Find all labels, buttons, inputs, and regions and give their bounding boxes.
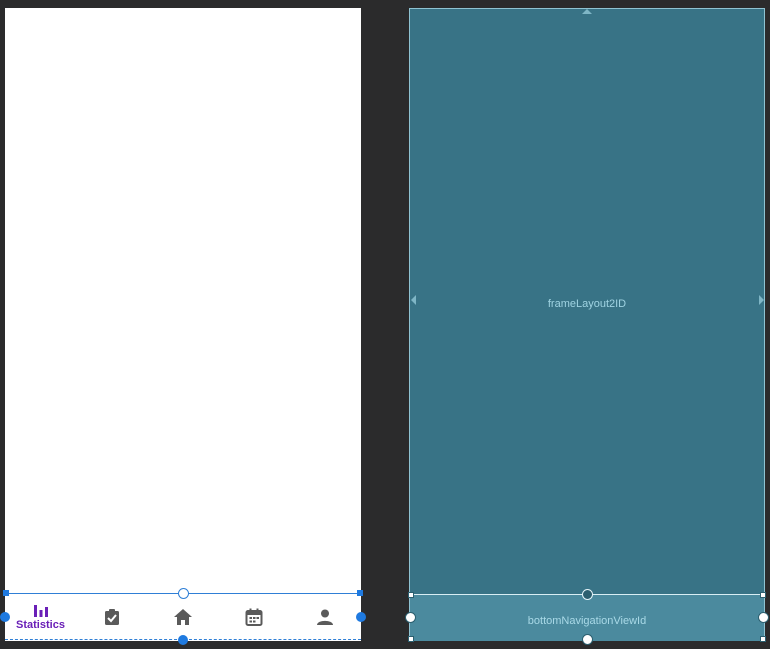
bottom-navigation-view[interactable]: Statistics [0,588,366,645]
calendar-icon [245,608,262,626]
design-preview[interactable]: Statistics [0,8,366,645]
frame-layout-label: frameLayout2ID [547,298,627,310]
constraint-handle-bottom[interactable] [178,635,188,645]
constraint-arrow-top [582,9,592,14]
task-check-icon [104,609,119,625]
bp-resize-handle-top-right[interactable] [760,592,766,598]
bp-constraint-handle-left[interactable] [405,612,416,623]
bp-constraint-handle-top[interactable] [582,589,593,600]
person-icon [316,609,333,625]
nav-item-calendar[interactable] [218,597,289,637]
bp-resize-handle-top-left[interactable] [408,592,414,598]
bp-constraint-handle-bottom[interactable] [582,634,593,645]
constraint-handle-left[interactable] [0,612,10,622]
constraint-handle-top[interactable] [178,588,189,599]
home-icon [173,609,192,625]
blueprint-view[interactable]: frameLayout2ID bottomNavigationViewId [405,8,769,645]
bar-chart-icon [33,605,48,617]
bp-resize-handle-bottom-left[interactable] [408,636,414,642]
resize-handle-top-left[interactable] [3,590,9,596]
constraint-handle-right[interactable] [356,612,366,622]
resize-handle-top-right[interactable] [357,590,363,596]
nav-item-tasks[interactable] [76,597,147,637]
bp-constraint-handle-right[interactable] [758,612,769,623]
bp-resize-handle-bottom-right[interactable] [760,636,766,642]
nav-item-statistics[interactable]: Statistics [5,597,76,637]
bottom-navigation-label: bottomNavigationViewId [527,615,647,627]
nav-item-profile[interactable] [289,597,360,637]
nav-item-label: Statistics [16,619,65,631]
blueprint-bottom-navigation[interactable]: bottomNavigationViewId [405,589,769,645]
nav-item-home[interactable] [147,597,218,637]
